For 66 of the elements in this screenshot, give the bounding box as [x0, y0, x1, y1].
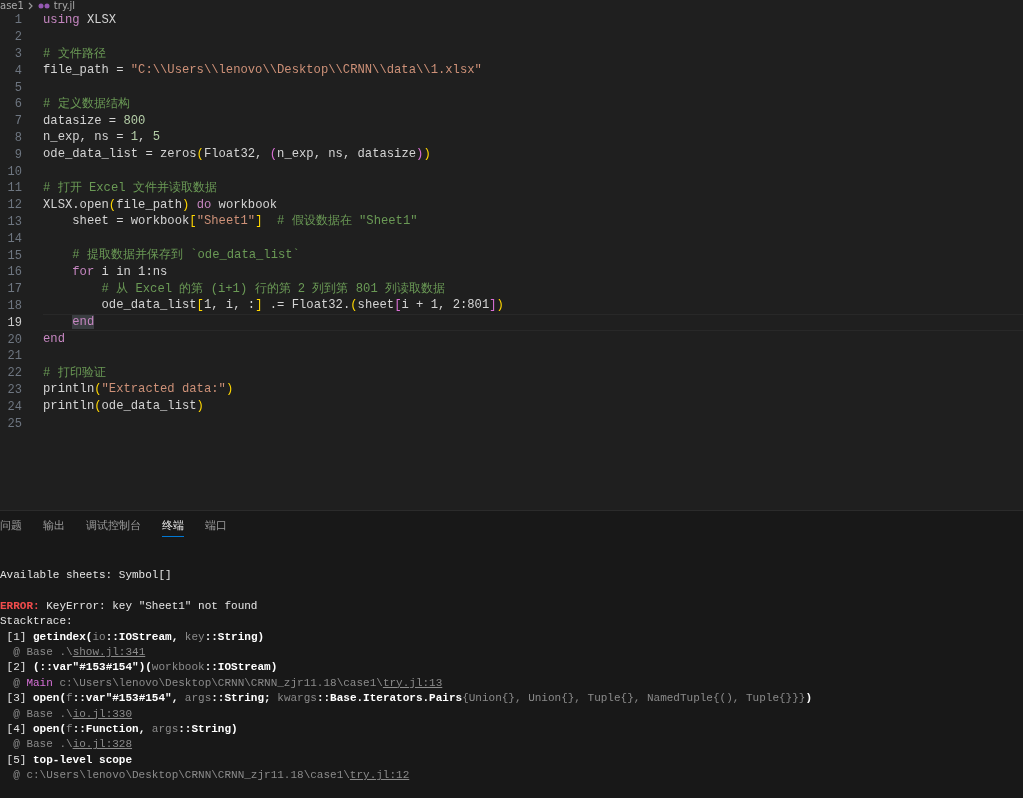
code-line: # 定义数据结构 — [43, 95, 131, 113]
terminal-line: @ Base .\io.jl:330 — [12, 706, 134, 722]
code-line: # 文件路径 — [43, 45, 107, 63]
code-line: sheet = workbook["Sheet1"] # 假设数据在 "Sheet1" — [71, 213, 419, 231]
breadcrumb-file[interactable]: try.jl — [53, 0, 76, 12]
code-line: XLSX.open(file_path) do workbook — [43, 196, 279, 214]
panel-tab[interactable]: 问题 — [0, 519, 22, 536]
terminal-line: [4] open(f::Function, args::String) — [5, 722, 239, 738]
terminal-line: [3] open(f::var"#153#154", args::String; kwargs::Base.Iterators.Pairs{Union{}, Union{}, Tuple{}, NamedTuple{(), Tuple{}}}) — [5, 691, 813, 707]
breadcrumb-folder[interactable]: ase1 — [0, 0, 24, 12]
code-line: # 提取数据并保存到 `ode_data_list` — [71, 247, 301, 265]
code-line: end — [43, 331, 66, 349]
code-line: file_path = "C:\\Users\\lenovo\\Desktop\\CRNN\\data\\1.xlsx" — [43, 62, 483, 80]
line-number: 22 — [6, 366, 22, 381]
line-number: 24 — [6, 399, 22, 414]
line-number: 17 — [6, 282, 22, 297]
line-number: 18 — [6, 298, 22, 313]
panel-tab[interactable]: 调试控制台 — [86, 519, 141, 536]
line-number: 6 — [13, 97, 22, 112]
code-line: println(ode_data_list) — [43, 398, 205, 416]
line-number: 2 — [13, 30, 22, 45]
line-number: 11 — [6, 181, 22, 196]
line-number: 12 — [6, 198, 22, 213]
panel-tab[interactable]: 端口 — [205, 519, 227, 536]
line-number: 25 — [6, 416, 22, 431]
terminal-line: @ Base .\show.jl:341 — [12, 645, 147, 660]
line-number: 8 — [13, 130, 22, 145]
code-line: ode_data_list[1, i, :] .= Float32.(sheet[i + 1, 2:801]) — [100, 297, 505, 315]
panel-tab[interactable]: 终端 — [162, 519, 184, 537]
terminal-line: Available sheets: Symbol[] — [0, 568, 173, 583]
terminal-line: @ c:\Users\lenovo\Desktop\CRNN\CRNN_zjr11.18\case1\try.jl:12 — [12, 768, 411, 784]
line-number: 5 — [13, 80, 22, 95]
code-line: println("Extracted data:") — [43, 381, 235, 399]
line-number: 15 — [6, 248, 22, 263]
terminal-line: ERROR: KeyError: key "Sheet1" not found — [0, 598, 259, 614]
code-line: datasize = 800 — [43, 112, 147, 130]
line-number: 3 — [13, 47, 22, 61]
code-line: # 打开 Excel 文件并读取数据 — [43, 179, 218, 197]
line-number: 21 — [6, 349, 22, 364]
line-number: 20 — [6, 332, 22, 347]
code-line: ode_data_list = zeros(Float32, (n_exp, ns, datasize)) — [43, 146, 432, 164]
line-number: 9 — [13, 147, 22, 162]
code-line: using XLSX — [43, 11, 118, 29]
line-number: 16 — [6, 265, 22, 280]
line-number: 10 — [6, 164, 22, 179]
panel-tab[interactable]: 输出 — [43, 519, 65, 536]
chevron-icon — [27, 2, 34, 10]
code-line: end — [43, 314, 1023, 332]
line-number: 13 — [6, 214, 22, 229]
terminal-line: [5] top-level scope — [5, 752, 134, 768]
code-line: # 打印验证 — [43, 364, 107, 382]
code-line: for i in 1:ns — [71, 263, 169, 281]
terminal-line: Stacktrace: — [0, 614, 74, 630]
code-line: # 从 Excel 的第 (i+1) 行的第 2 列到第 801 列读取数据 — [100, 280, 447, 298]
terminal-line: @ Main c:\Users\lenovo\Desktop\CRNN\CRNN_zjr11.18\case1\try.jl:13 — [12, 675, 444, 691]
line-number: 14 — [6, 231, 22, 246]
line-number: 23 — [6, 382, 22, 397]
terminal-line: @ Base .\io.jl:328 — [12, 737, 134, 753]
code-line: n_exp, ns = 1, 5 — [43, 129, 162, 147]
line-number: 19 — [6, 315, 22, 330]
line-number: 4 — [13, 63, 22, 78]
julia-file-icon — [37, 3, 50, 9]
line-number: 7 — [13, 114, 22, 129]
terminal-line: [2] (::var"#153#154")(workbook::IOStream) — [5, 660, 279, 676]
terminal-line: [1] getindex(io::IOStream, key::String) — [5, 629, 266, 645]
line-number: 1 — [13, 13, 22, 28]
